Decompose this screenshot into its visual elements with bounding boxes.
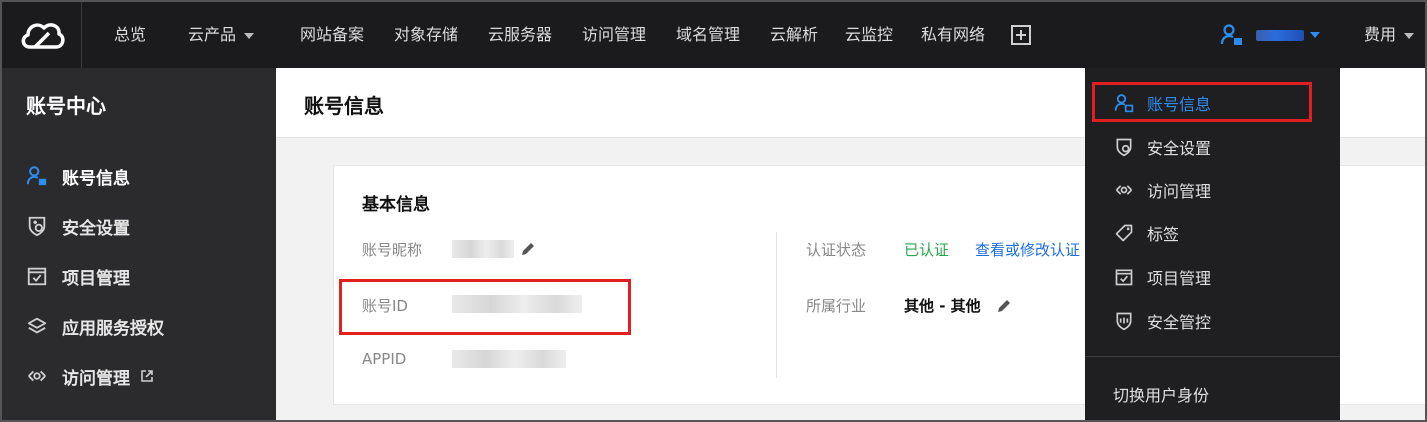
sidebar-item-security-settings[interactable]: 安全设置 — [26, 213, 130, 239]
nav-overview[interactable]: 总览 — [114, 2, 146, 68]
chevron-down-icon — [1310, 32, 1320, 38]
tag-icon — [1113, 222, 1135, 244]
project-icon — [1113, 266, 1135, 288]
nav-cloud-monitor[interactable]: 云监控 — [845, 2, 893, 68]
nickname-value-redacted — [452, 240, 514, 258]
layers-icon — [26, 315, 48, 337]
view-modify-verification-link[interactable]: 查看或修改认证 — [975, 239, 1080, 260]
sidebar-item-label: 项目管理 — [62, 268, 130, 289]
access-icon — [26, 365, 48, 387]
dropdown-item-label: 安全管控 — [1147, 313, 1212, 332]
verification-status-label: 认证状态 — [806, 241, 867, 259]
nav-object-storage[interactable]: 对象存储 — [394, 2, 458, 68]
dropdown-item-project-management[interactable]: 项目管理 — [1113, 265, 1211, 289]
dropdown-divider — [1085, 356, 1340, 357]
cloud-logo-icon[interactable] — [2, 2, 82, 68]
sidebar-item-label: 安全设置 — [62, 218, 130, 239]
dropdown-account-info-highlight-box — [1092, 82, 1312, 122]
pencil-icon[interactable] — [996, 298, 1012, 314]
dropdown-item-label: 标签 — [1147, 225, 1180, 244]
sidebar: 账号中心 账号信息 安全设置 项目管理 应用服务授权 访问管理 — [2, 68, 276, 420]
sidebar-item-app-authorization[interactable]: 应用服务授权 — [26, 313, 164, 339]
project-icon — [26, 265, 48, 287]
appid-label: APPID — [362, 350, 407, 368]
dropdown-item-label: 项目管理 — [1147, 269, 1212, 288]
nav-domain-management[interactable]: 域名管理 — [676, 2, 740, 68]
nav-cloud-products-label: 云产品 — [188, 25, 237, 44]
pencil-icon[interactable] — [520, 241, 536, 257]
switch-identity-button[interactable]: 切换用户身份 — [1113, 382, 1209, 406]
industry-label: 所属行业 — [806, 297, 867, 315]
external-link-icon — [140, 369, 154, 383]
username-redacted — [1256, 30, 1304, 41]
sidebar-item-access-management[interactable]: 访问管理 — [26, 363, 154, 389]
dropdown-item-label: 安全设置 — [1147, 139, 1212, 158]
dropdown-item-access-management[interactable]: 访问管理 — [1113, 178, 1211, 202]
shield-icon — [1113, 136, 1135, 158]
nav-website-filing[interactable]: 网站备案 — [300, 2, 364, 68]
dropdown-item-security-control[interactable]: 安全管控 — [1113, 309, 1211, 333]
verification-status-value: 已认证 — [904, 241, 950, 259]
nav-cloud-products[interactable]: 云产品 — [188, 2, 255, 68]
nav-vpc[interactable]: 私有网络 — [921, 2, 985, 68]
chevron-down-icon — [244, 32, 255, 39]
access-icon — [1113, 179, 1135, 201]
page-title: 账号信息 — [304, 94, 384, 118]
card-title: 基本信息 — [362, 195, 430, 215]
dropdown-item-label: 访问管理 — [1147, 182, 1212, 201]
sidebar-item-project-management[interactable]: 项目管理 — [26, 263, 130, 289]
nav-billing-label: 费用 — [1364, 25, 1397, 44]
nav-access-management[interactable]: 访问管理 — [582, 2, 646, 68]
top-navigation-bar: 总览 云产品 网站备案 对象存储 云服务器 访问管理 域名管理 云解析 云监控 … — [2, 2, 1425, 68]
account-id-highlight-box — [339, 279, 631, 335]
sidebar-item-account-info[interactable]: 账号信息 — [26, 163, 130, 189]
sidebar-item-label: 访问管理 — [62, 368, 130, 389]
shield-icon — [26, 215, 48, 237]
nav-cloud-server[interactable]: 云服务器 — [488, 2, 552, 68]
plus-box-icon[interactable] — [1011, 25, 1031, 45]
nickname-label: 账号昵称 — [362, 241, 423, 259]
account-icon — [1220, 24, 1242, 45]
dropdown-item-tags[interactable]: 标签 — [1113, 221, 1179, 245]
nav-billing[interactable]: 费用 — [1364, 2, 1415, 68]
account-icon — [26, 165, 48, 187]
appid-value-redacted — [452, 350, 566, 368]
nav-dns[interactable]: 云解析 — [770, 2, 818, 68]
security-control-icon — [1113, 310, 1135, 332]
dropdown-item-security-settings[interactable]: 安全设置 — [1113, 135, 1211, 159]
column-divider — [776, 232, 777, 378]
sidebar-title: 账号中心 — [26, 94, 106, 118]
user-menu-trigger[interactable] — [1220, 22, 1330, 48]
chevron-down-icon — [1404, 32, 1415, 39]
sidebar-item-label: 账号信息 — [62, 168, 130, 189]
sidebar-item-label: 应用服务授权 — [62, 318, 164, 339]
industry-value: 其他 - 其他 — [904, 297, 981, 315]
screenshot-frame: 总览 云产品 网站备案 对象存储 云服务器 访问管理 域名管理 云解析 云监控 … — [0, 0, 1427, 422]
